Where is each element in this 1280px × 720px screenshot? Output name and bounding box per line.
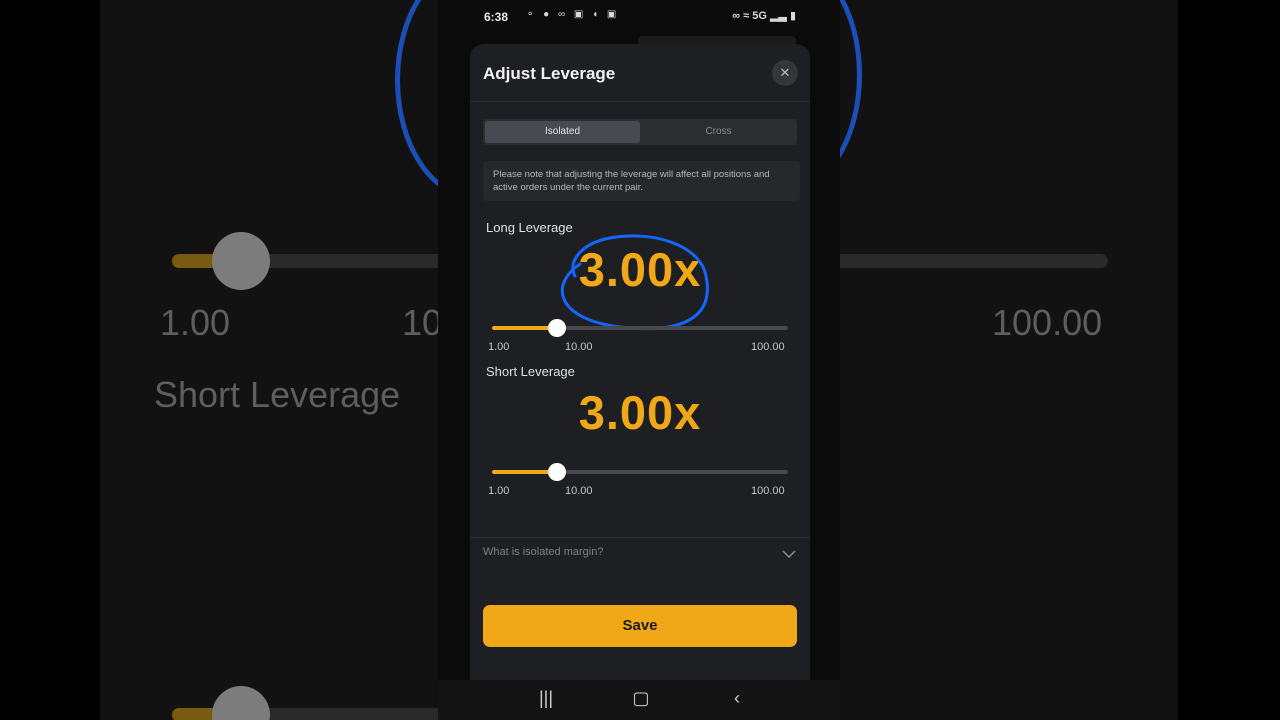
system-nav-bar: ||| ▢ ‹ [438,680,840,720]
long-tick-min: 1.00 [488,341,510,353]
long-tick-mid: 10.00 [565,341,593,353]
long-leverage-value: 3.00x [578,243,702,296]
notification-icons: ⚬ ● ∞ ▣ ◖ ▣ [526,9,620,20]
title-divider [470,101,810,102]
background-slider-knob-2 [212,686,270,720]
slider-knob[interactable] [547,319,566,337]
connectivity-icons: ∞ ≈ 5G ▂▃ ▮ [732,9,796,22]
sheet-title: Adjust Leverage [483,64,616,83]
background-short-label: Short Leverage [154,374,401,415]
background-left-panel: 1.00 10 Short Leverage [100,0,438,720]
short-tick-mid: 10.00 [565,485,593,497]
network-label: 5G [752,10,767,22]
short-tick-min: 1.00 [488,485,510,497]
save-button[interactable]: Save [483,605,797,647]
faq-label: What is isolated margin? [483,546,604,558]
background-tick-min: 1.00 [160,302,231,343]
battery-icon: ▮ [789,10,796,22]
recent-apps-icon[interactable]: ||| [531,688,561,712]
home-icon[interactable]: ▢ [626,688,656,712]
long-tick-max: 100.00 [751,341,785,353]
status-bar: 6:38 ⚬ ● ∞ ▣ ◖ ▣ ∞ ≈ 5G ▂▃ ▮ [438,0,840,34]
close-button[interactable]: ✕ [772,60,798,86]
short-tick-max: 100.00 [751,485,785,497]
faq-divider [470,537,810,538]
background-slider-track-right [840,254,1108,268]
tab-isolated[interactable]: Isolated [485,121,640,143]
long-leverage-label: Long Leverage [486,220,573,235]
margin-mode-toggle: Isolated Cross [483,119,797,145]
background-slider-knob [212,232,270,290]
long-leverage-slider[interactable] [492,319,788,339]
signal-icon: ▂▃ [769,10,787,22]
background-annotation-circle [395,0,438,200]
isolated-margin-faq[interactable]: What is isolated margin? [483,546,797,564]
chevron-down-icon [782,550,796,559]
link-icon: ∞ [732,10,741,22]
background-right-panel: 100.00 [840,0,1178,720]
short-leverage-value: 3.00x [578,386,702,439]
adjust-leverage-sheet: Adjust Leverage ✕ Isolated Cross Please … [470,44,810,680]
background-tick-mid: 10 [402,302,438,343]
wifi-icon: ≈ [743,10,750,22]
close-icon: ✕ [779,65,791,80]
status-time: 6:38 [484,10,509,24]
short-leverage-slider[interactable] [492,463,788,483]
leverage-notice: Please note that adjusting the leverage … [483,161,800,201]
phone-screen: 6:38 ⚬ ● ∞ ▣ ◖ ▣ ∞ ≈ 5G ▂▃ ▮ Adjust Leve… [438,0,840,720]
background-annotation-circle-right [840,0,862,190]
slider-knob[interactable] [547,463,566,481]
tab-cross[interactable]: Cross [642,121,795,143]
background-tick-max: 100.00 [992,302,1103,343]
short-leverage-label: Short Leverage [486,364,575,379]
back-icon[interactable]: ‹ [722,688,752,712]
